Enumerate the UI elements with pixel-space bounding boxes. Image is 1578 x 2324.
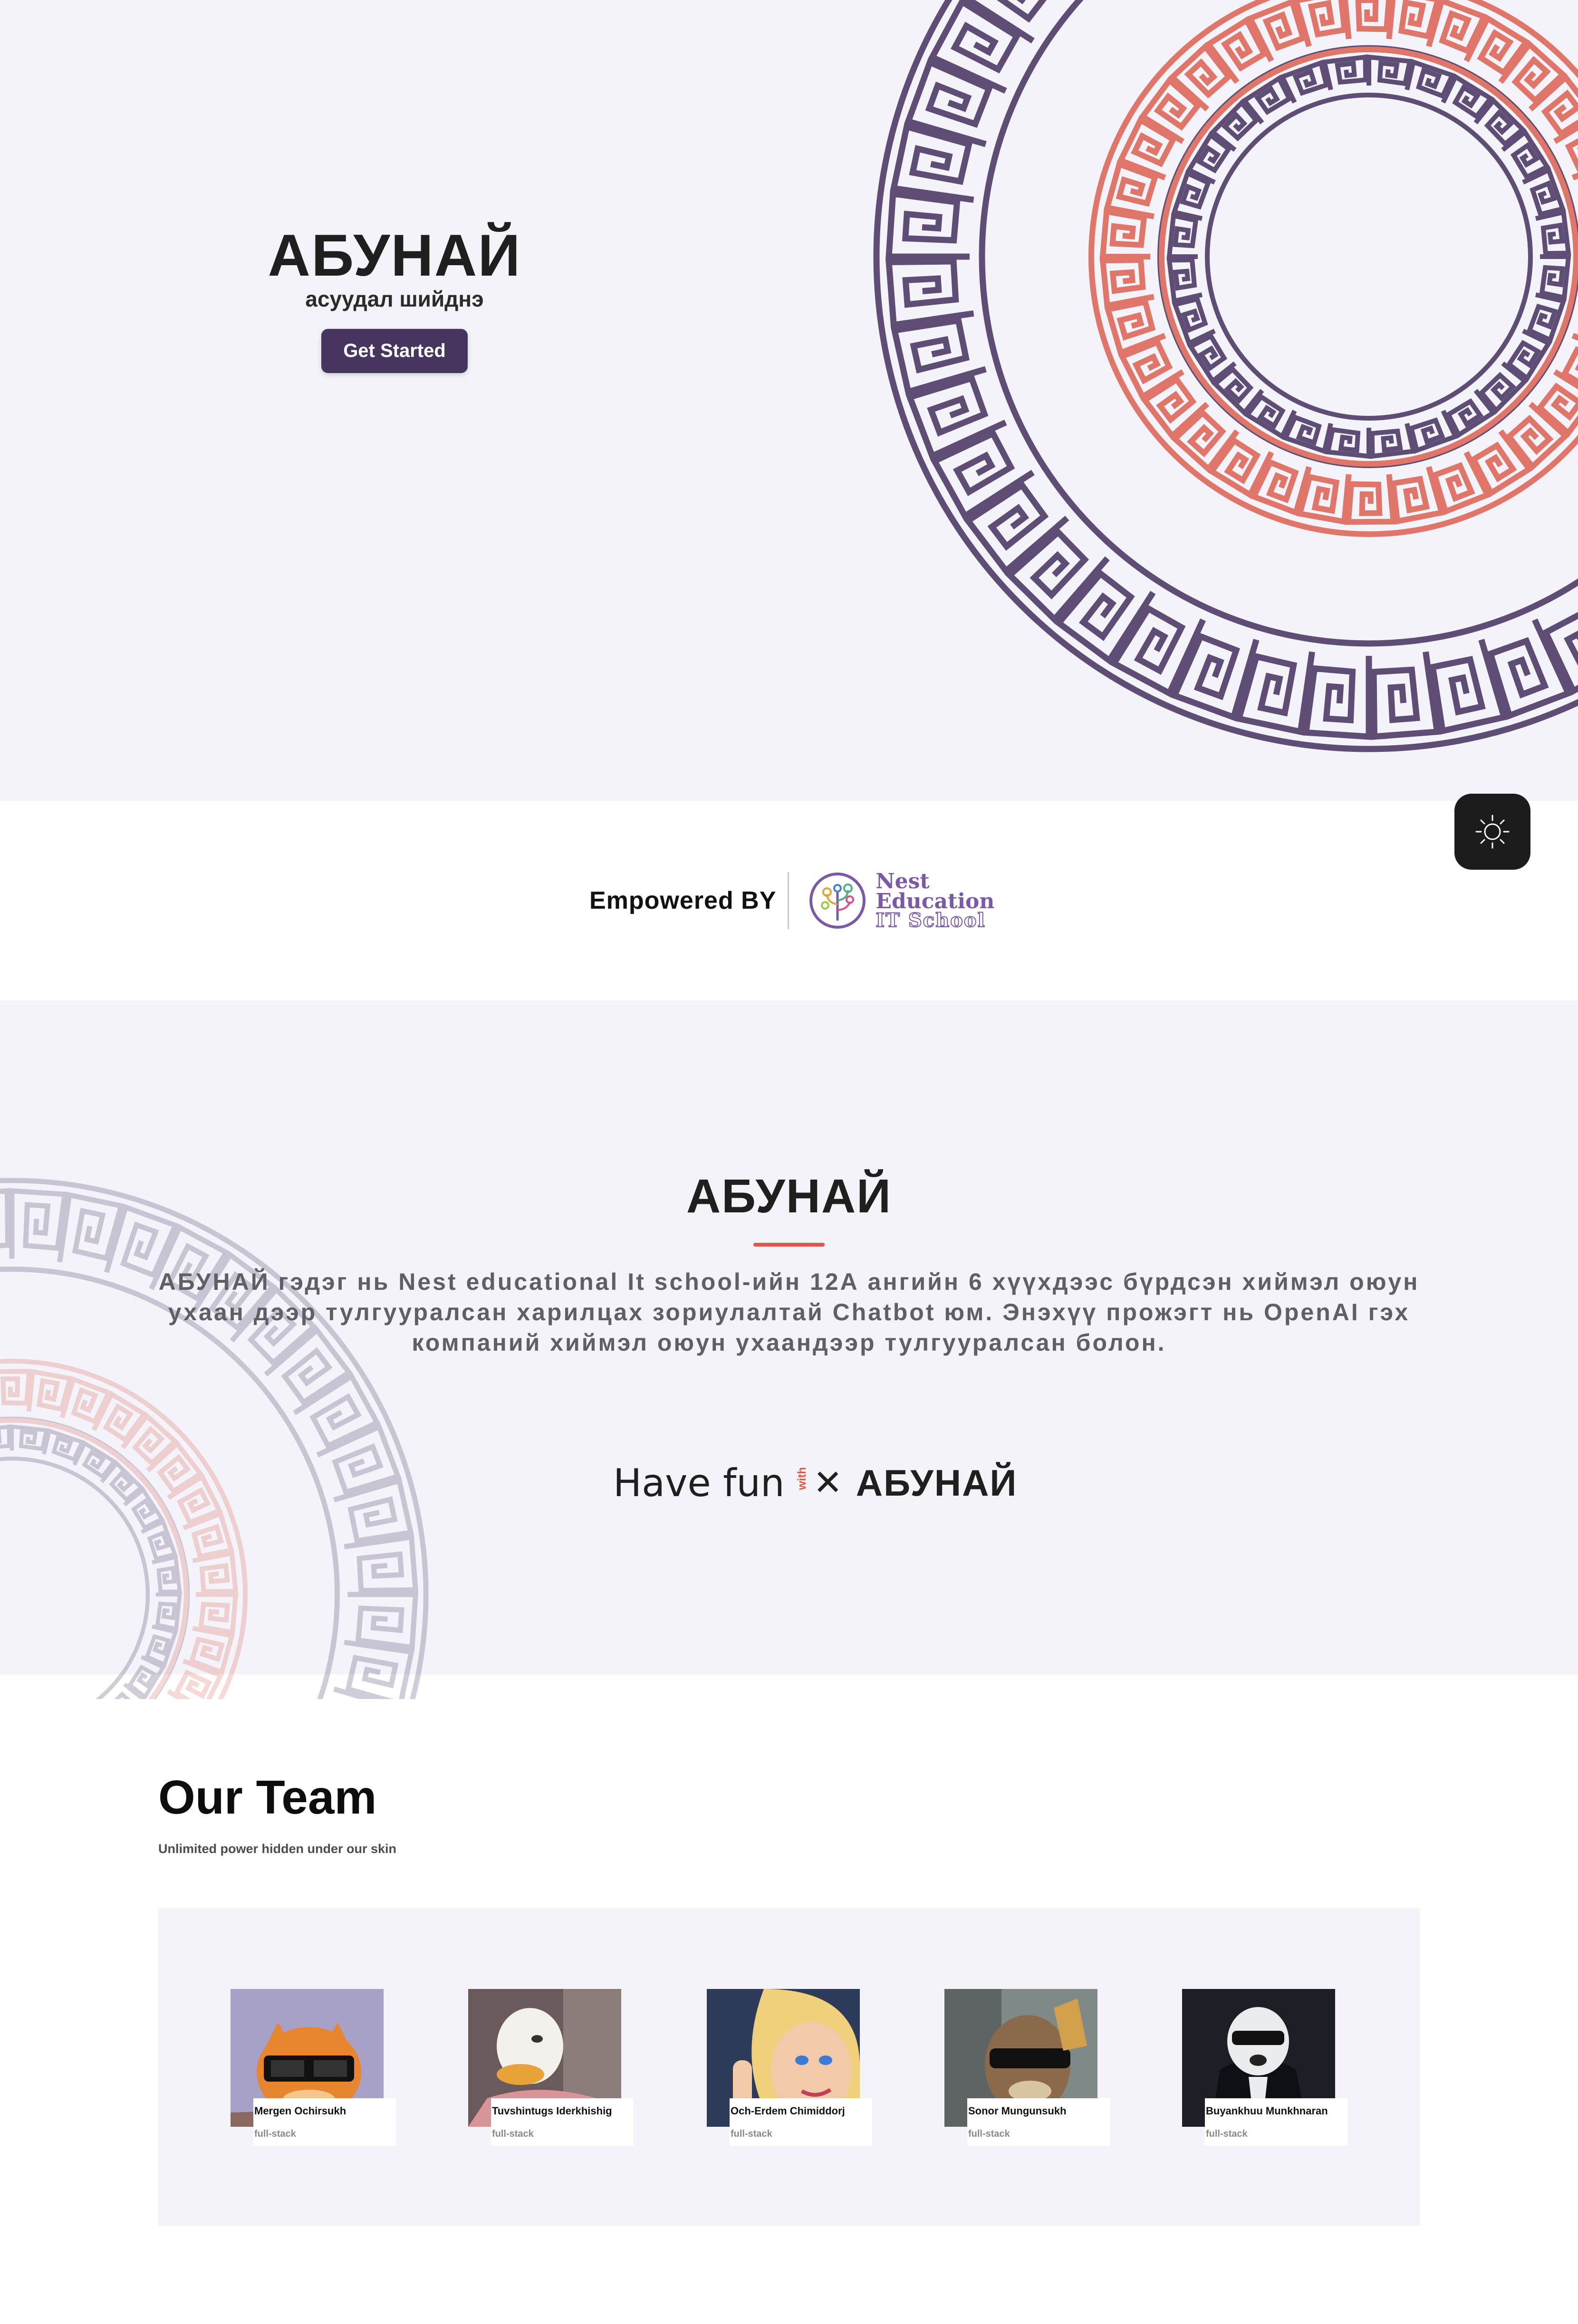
- title-underline: [753, 1243, 825, 1247]
- have-fun-row: Have fun with ✕ АБУНАЙ: [613, 1454, 1017, 1511]
- member-role: full-stack: [254, 2129, 296, 2139]
- get-started-button[interactable]: Get Started: [321, 329, 468, 374]
- logo-line-nest: Nest: [876, 869, 930, 894]
- have-fun-text: Have fun: [613, 1460, 785, 1505]
- team-member-card[interactable]: Tuvshintugs Iderkhishig full-stack: [468, 1989, 635, 2146]
- member-name: Och-Erdem Chimiddorj: [731, 2105, 845, 2117]
- member-role: full-stack: [1206, 2129, 1248, 2139]
- member-name: Mergen Ochirsukh: [254, 2105, 346, 2117]
- hero-text-block: АБУНАЙ асуудал шийднэ Get Started: [228, 223, 561, 374]
- member-info: Sonor Mungunsukh full-stack: [967, 2098, 1110, 2146]
- member-role: full-stack: [492, 2129, 534, 2139]
- meander-ornament: [873, 0, 1578, 752]
- meander-ring: [0, 1359, 248, 1699]
- hero-title: АБУНАЙ: [268, 223, 521, 288]
- member-role: full-stack: [968, 2129, 1010, 2139]
- team-member-card[interactable]: Sonor Mungunsukh full-stack: [944, 1989, 1111, 2146]
- member-role: full-stack: [731, 2129, 772, 2139]
- member-info: Och-Erdem Chimiddorj full-stack: [730, 2098, 872, 2146]
- logo-line-education: Education: [876, 889, 995, 913]
- member-name: Tuvshintugs Iderkhishig: [492, 2105, 612, 2117]
- logo-line-it-school: IT School: [875, 909, 986, 932]
- with-text: with: [795, 1467, 808, 1490]
- empowered-label: Empowered BY: [589, 887, 777, 914]
- team-member-card[interactable]: Och-Erdem Chimiddorj full-stack: [707, 1989, 873, 2146]
- meander-ornament-faded: [0, 1178, 429, 1699]
- divider: [788, 872, 789, 929]
- about-description: АБУНАЙ гэдэг нь Nest educational It scho…: [158, 1268, 1420, 1356]
- hero-subtitle: асуудал шийднэ: [305, 287, 484, 312]
- x-icon: ✕: [813, 1462, 843, 1503]
- team-title: Our Team: [158, 1771, 377, 1824]
- team-member-card[interactable]: Mergen Ochirsukh full-stack: [231, 1989, 397, 2146]
- team-member-card[interactable]: Buyankhuu Munkhnaran full-stack: [1182, 1989, 1348, 2146]
- have-fun-brand: АБУНАЙ: [856, 1461, 1018, 1504]
- about-title: АБУНАЙ: [686, 1170, 892, 1223]
- nest-education-logo-link[interactable]: Nest Education IT School: [808, 871, 994, 930]
- nest-logo-text: Nest Education IT School: [875, 869, 995, 932]
- team-subtitle: Unlimited power hidden under our skin: [158, 1842, 397, 1856]
- member-info: Tuvshintugs Iderkhishig full-stack: [491, 2098, 634, 2146]
- empowered-row: Empowered BY Nest Education IT School: [589, 867, 994, 934]
- tree-icon: [809, 873, 866, 929]
- sun-icon: [1475, 815, 1510, 849]
- theme-toggle-button[interactable]: [1454, 794, 1530, 870]
- member-info: Buyankhuu Munkhnaran full-stack: [1205, 2098, 1347, 2146]
- member-name: Sonor Mungunsukh: [968, 2105, 1067, 2117]
- member-name: Buyankhuu Munkhnaran: [1206, 2105, 1328, 2117]
- hero-section: АБУНАЙ асуудал шийднэ Get Started: [0, 0, 1578, 801]
- member-info: Mergen Ochirsukh full-stack: [253, 2098, 396, 2146]
